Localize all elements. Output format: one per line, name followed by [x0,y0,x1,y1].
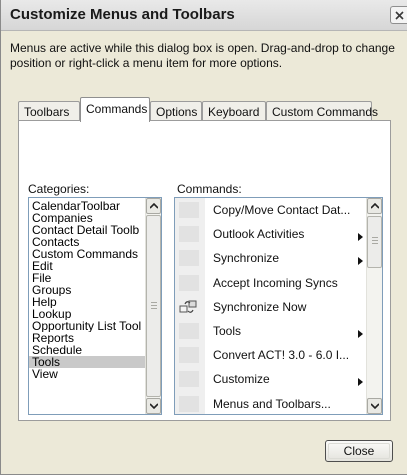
blank-icon-slot [179,323,199,339]
category-item[interactable]: Companies [29,212,145,224]
category-item[interactable]: File [29,272,145,284]
command-item[interactable]: Copy/Move Contact Dat... [175,198,375,222]
category-item[interactable]: Edit [29,260,145,272]
blank-icon-slot [179,275,199,291]
command-label: Customize [213,372,270,386]
command-label: Tools [213,324,242,338]
tab-commands[interactable]: Commands [80,97,150,122]
command-label: Menus and Toolbars... [213,397,331,411]
arrow-down-icon [371,403,379,409]
commands-label: Commands: [177,182,242,196]
commands-tab-panel: Categories: Commands: CalendarToolbar Com… [18,120,391,421]
category-item[interactable]: Help [29,296,145,308]
category-item[interactable]: Reports [29,332,145,344]
scroll-up-button[interactable] [146,198,161,214]
arrow-up-icon [150,203,158,209]
close-icon [395,11,404,20]
commands-scrollbar[interactable] [366,198,382,414]
command-label: Accept Incoming Syncs [213,276,338,290]
submenu-arrow-icon [358,327,363,341]
category-item[interactable]: Groups [29,284,145,296]
command-item[interactable]: Customize [175,367,375,391]
tab-keyboard[interactable]: Keyboard [202,101,266,121]
tab-options[interactable]: Options [150,101,202,121]
instructions-text: Menus are active while this dialog box i… [10,41,395,70]
arrow-down-icon [150,403,158,409]
categories-label: Categories: [28,182,90,196]
command-label: Copy/Move Contact Dat... [213,203,351,217]
command-label: Synchronize Now [213,300,307,314]
category-item[interactable]: CalendarToolbar [29,200,145,212]
scroll-down-button[interactable] [367,398,382,414]
blank-icon-slot [179,371,199,387]
command-item[interactable]: Synchronize [175,246,375,270]
window-close-button[interactable] [390,6,407,24]
category-item[interactable]: Schedule [29,344,145,356]
command-item[interactable]: Synchronize Now [175,295,375,319]
title-bar[interactable]: Customize Menus and Toolbars [1,0,407,31]
command-label: Outlook Activities [213,227,305,241]
categories-scrollbar[interactable] [145,198,161,414]
synchronize-icon [179,299,199,315]
tab-custom-commands[interactable]: Custom Commands [266,101,378,121]
command-item[interactable]: Outlook Activities [175,222,375,246]
submenu-arrow-icon [358,230,363,244]
blank-icon-slot [179,202,199,218]
category-item[interactable]: Tools [29,356,145,368]
category-item[interactable]: Lookup [29,308,145,320]
category-item[interactable]: Contacts [29,236,145,248]
category-item[interactable]: Custom Commands [29,248,145,260]
category-item[interactable]: Contact Detail Toolb [29,224,145,236]
blank-icon-slot [179,347,199,363]
command-item[interactable]: Menus and Toolbars... [175,392,375,414]
tab-toolbars[interactable]: Toolbars [18,101,80,121]
arrow-up-icon [371,203,379,209]
dialog-title: Customize Menus and Toolbars [10,6,235,23]
categories-listbox[interactable]: CalendarToolbar Companies Contact Detail T… [28,197,162,415]
customize-dialog: Customize Menus and Toolbars Menus are a… [0,0,407,475]
submenu-arrow-icon [358,254,363,268]
command-item[interactable]: Tools [175,319,375,343]
category-item[interactable]: View [29,368,145,380]
scroll-thumb[interactable] [367,216,382,268]
command-label: Convert ACT! 3.0 - 6.0 I... [213,348,350,362]
blank-icon-slot [179,226,199,242]
commands-listbox[interactable]: Copy/Move Contact Dat... Outlook Activiti… [174,197,383,415]
scroll-up-button[interactable] [367,198,382,214]
scroll-thumb[interactable] [146,215,161,397]
close-button[interactable]: Close [325,440,393,462]
command-item[interactable]: Accept Incoming Syncs [175,271,375,295]
command-item[interactable]: Convert ACT! 3.0 - 6.0 I... [175,343,375,367]
blank-icon-slot [179,396,199,412]
blank-icon-slot [179,250,199,266]
submenu-arrow-icon [358,375,363,389]
command-label: Synchronize [213,251,280,265]
category-item[interactable]: Opportunity List Tool [29,320,145,332]
scroll-down-button[interactable] [146,398,161,414]
